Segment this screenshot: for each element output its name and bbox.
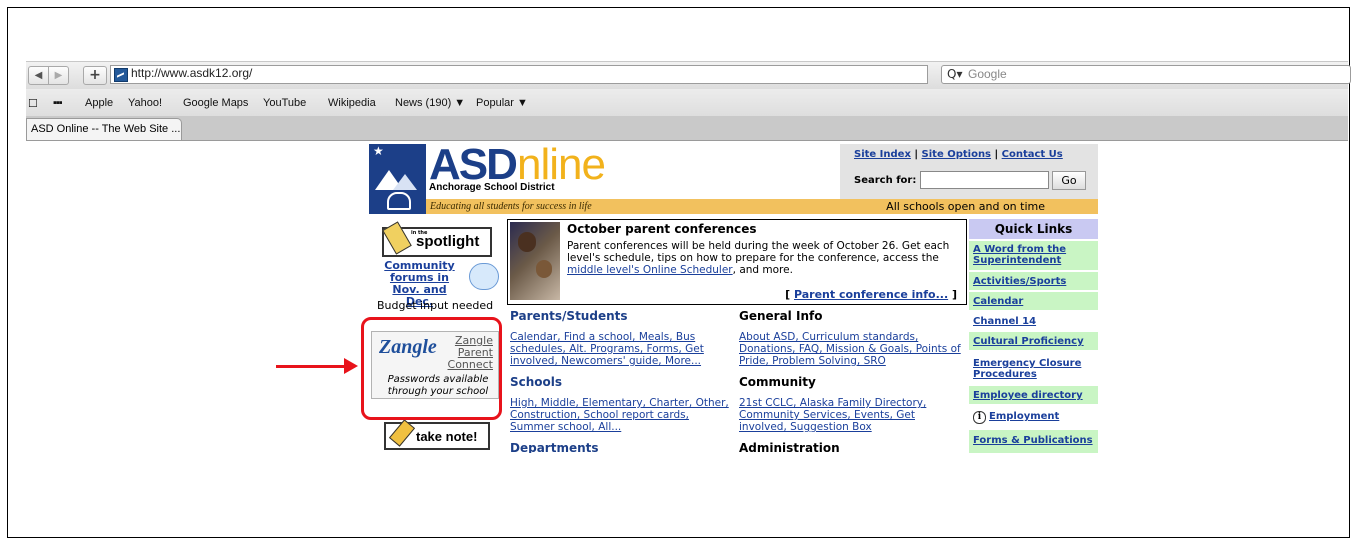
feature-body-end: , and more.: [732, 264, 793, 276]
new-tab-button[interactable]: +: [83, 66, 107, 85]
parent-conference-info-link[interactable]: Parent conference info...: [794, 288, 948, 301]
reading-list-icon[interactable]: ☐: [28, 97, 38, 110]
search-icon[interactable]: Q▾: [947, 66, 962, 83]
parents-students-links[interactable]: Calendar, Find a school, Meals, Bus sche…: [510, 331, 730, 367]
go-button[interactable]: Go: [1052, 171, 1086, 190]
tagline: Educating all students for success in li…: [430, 201, 592, 212]
site-search-label: Search for:: [854, 175, 917, 186]
feature-title: October parent conferences: [567, 222, 757, 236]
quick-link-cultural-proficiency[interactable]: Cultural Proficiency: [969, 332, 1098, 350]
site-search-input[interactable]: [920, 171, 1049, 189]
departments-heading[interactable]: Departments: [510, 441, 599, 453]
community-heading: Community: [739, 375, 816, 389]
quick-link-channel-14[interactable]: Channel 14: [969, 312, 1098, 330]
feature-more: [ Parent conference info... ]: [785, 288, 957, 301]
contact-us-link[interactable]: Contact Us: [1002, 149, 1063, 160]
feature-body-text: Parent conferences will be held during t…: [567, 240, 950, 264]
bookmark-yahoo[interactable]: Yahoo!: [128, 97, 162, 109]
feature-body: Parent conferences will be held during t…: [567, 240, 957, 276]
site-options-link[interactable]: Site Options: [922, 149, 991, 160]
general-info-heading: General Info: [739, 309, 823, 323]
employment-label: Employment: [989, 411, 1060, 422]
community-links[interactable]: 21st CCLC, Alaska Family Directory, Comm…: [739, 397, 964, 433]
quick-link-employee-directory[interactable]: Employee directory: [969, 386, 1098, 404]
schools-links[interactable]: High, Middle, Elementary, Charter, Other…: [510, 397, 730, 433]
browser-search-field[interactable]: Q▾ Google: [941, 65, 1351, 84]
url-text: http://www.asdk12.org/: [131, 66, 253, 80]
bookmark-news[interactable]: News (190) ▼: [395, 97, 465, 109]
bookmark-popular[interactable]: Popular ▼: [476, 97, 528, 109]
district-name: Anchorage School District: [429, 182, 555, 193]
asd-mountain-logo-icon[interactable]: ★: [369, 144, 426, 214]
top-sites-grid-icon[interactable]: ▪▪▪: [53, 97, 63, 109]
schools-heading[interactable]: Schools: [510, 375, 562, 389]
budget-input-text: Budget input needed: [377, 299, 494, 312]
spotlight-text: spotlight: [416, 233, 480, 250]
parent-conference-photo: [510, 222, 560, 300]
bookmark-youtube[interactable]: YouTube: [263, 97, 306, 109]
take-note-text: take note!: [416, 429, 478, 444]
parents-students-heading[interactable]: Parents/Students: [510, 309, 628, 323]
search-placeholder: Google: [968, 67, 1007, 81]
quick-link-forms-publications[interactable]: Forms & Publications: [969, 430, 1098, 453]
quick-link-activities[interactable]: Activities/Sports: [969, 272, 1098, 290]
active-tab[interactable]: ASD Online -- The Web Site ...: [26, 118, 182, 140]
quick-link-emergency-closure[interactable]: Emergency Closure Procedures: [969, 352, 1098, 384]
site-index-link[interactable]: Site Index: [854, 149, 911, 160]
annotation-arrow-shaft: [276, 365, 350, 368]
zangle-highlight-box: [361, 317, 502, 420]
quick-link-superintendent[interactable]: A Word from the Superintendent: [969, 241, 1098, 270]
quick-link-calendar[interactable]: Calendar: [969, 292, 1098, 310]
annotation-arrow-icon: [344, 358, 358, 374]
school-status-message: All schools open and on time: [886, 200, 1045, 213]
forward-button[interactable]: ▶: [48, 66, 69, 85]
site-favicon-icon: [114, 68, 128, 82]
info-icon: i: [973, 411, 986, 424]
bookmark-wikipedia[interactable]: Wikipedia: [328, 97, 376, 109]
bookmark-google-maps[interactable]: Google Maps: [183, 97, 248, 109]
top-links: Site Index | Site Options | Contact Us: [854, 149, 1063, 160]
back-button[interactable]: ◀: [28, 66, 49, 85]
tab-strip: [26, 116, 1348, 141]
online-scheduler-link[interactable]: middle level's Online Scheduler: [567, 264, 733, 276]
quick-links-heading: Quick Links: [969, 219, 1098, 239]
general-info-links[interactable]: About ASD, Curriculum standards, Donatio…: [739, 331, 964, 367]
administration-heading: Administration: [739, 441, 840, 453]
bookmark-apple[interactable]: Apple: [85, 97, 113, 109]
quick-link-employment[interactable]: i Employment: [969, 406, 1098, 428]
speech-bubble-icon: [469, 263, 499, 290]
address-bar[interactable]: http://www.asdk12.org/ c: [110, 65, 1031, 84]
